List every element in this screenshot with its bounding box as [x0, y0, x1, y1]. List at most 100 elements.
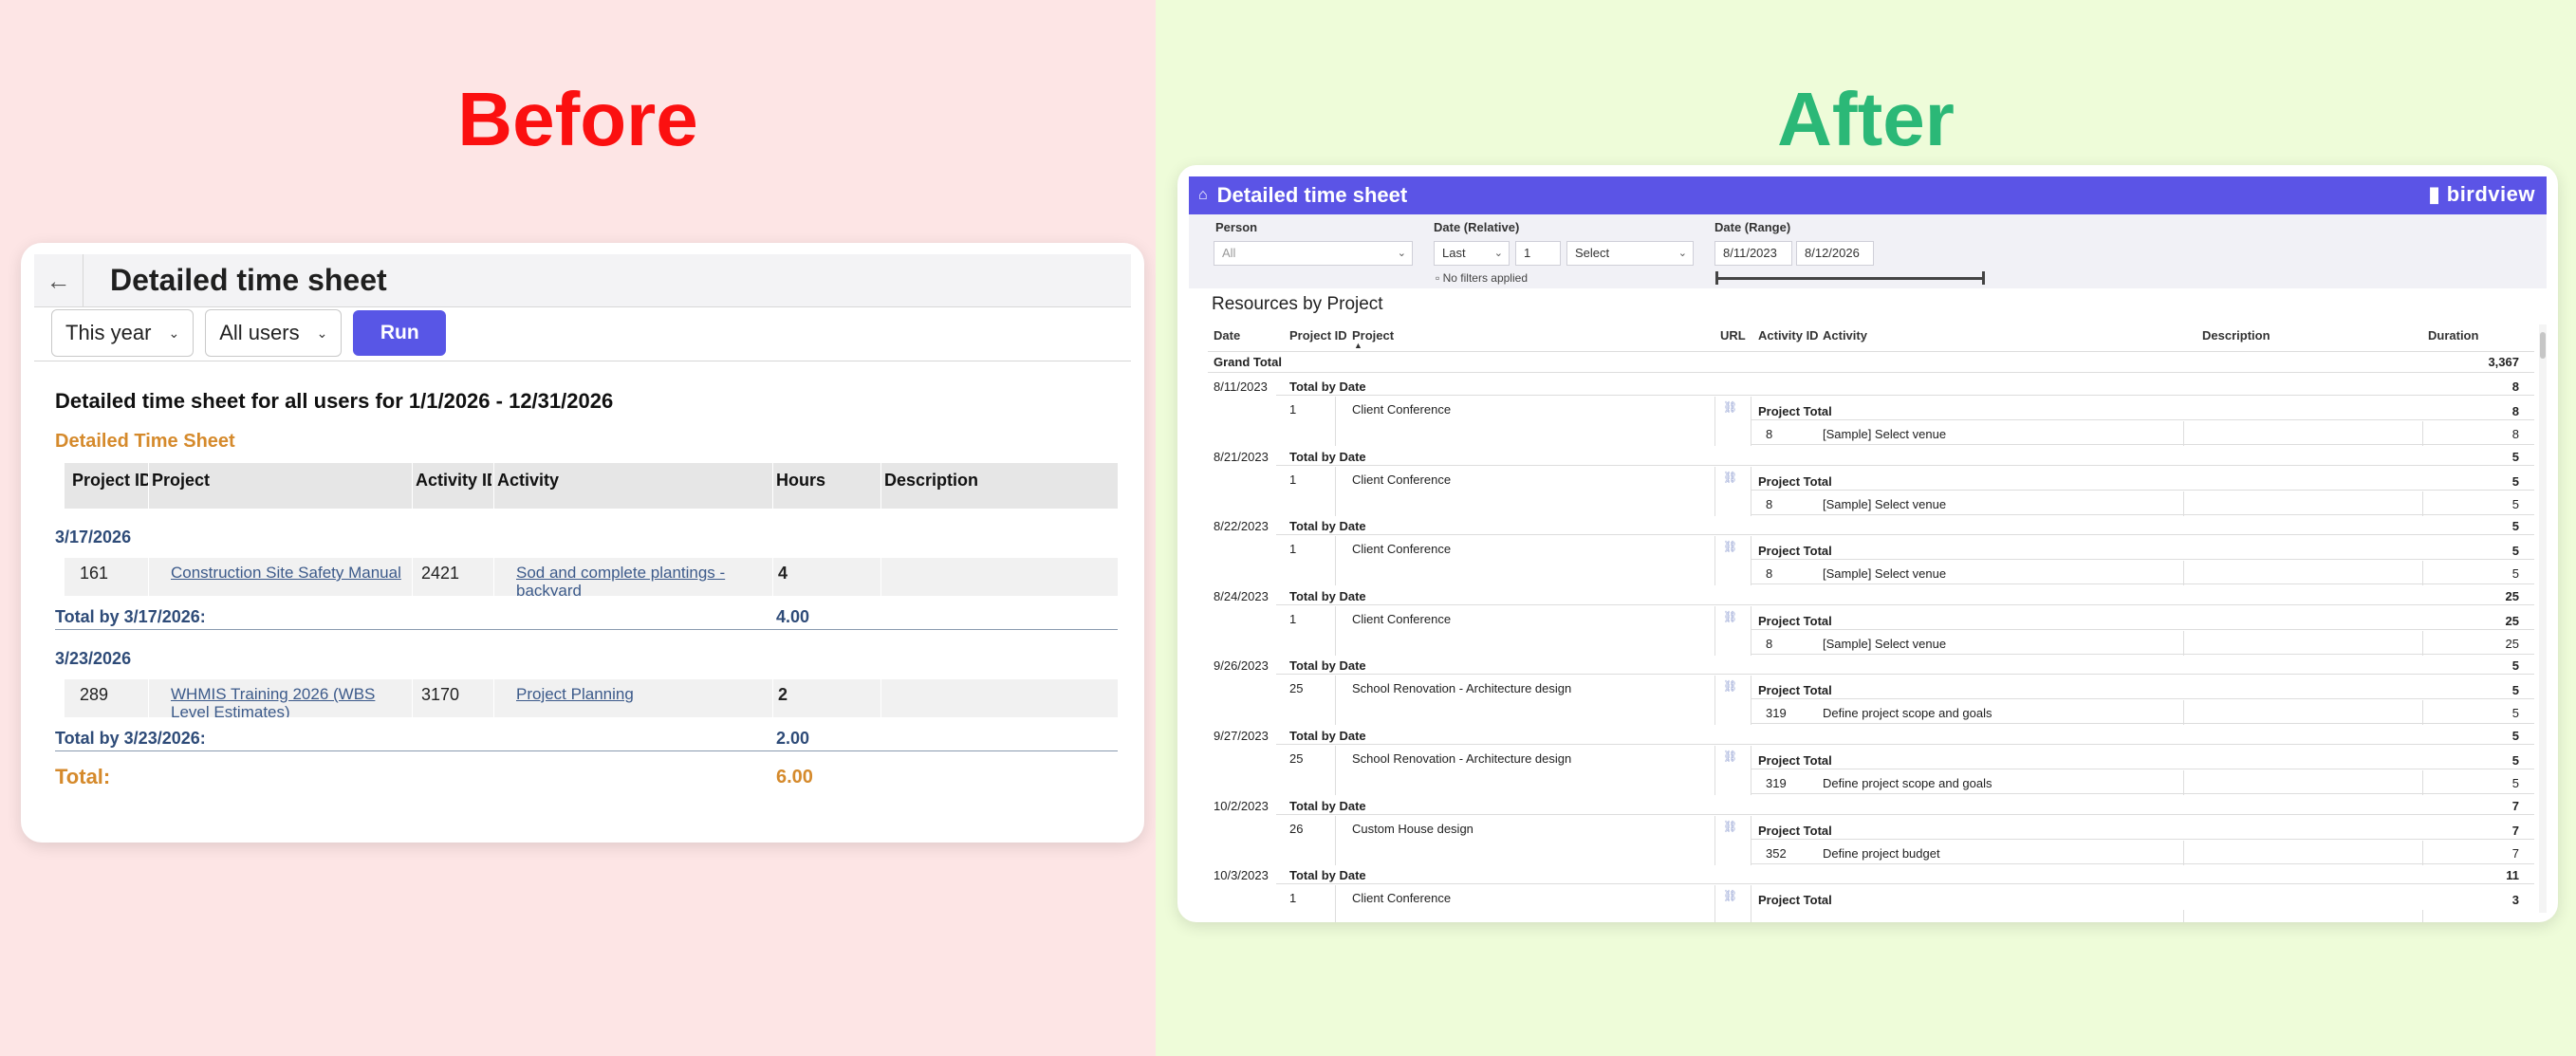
project-cell: School Renovation - Architecture design [1352, 681, 1572, 696]
column-divider [2422, 700, 2423, 726]
activity-cell: [Sample] Select venue [1823, 496, 1947, 511]
activity-id-cell: 319 [1766, 776, 1787, 790]
arrow-left-icon[interactable]: ← [34, 253, 83, 307]
range-start-input[interactable]: 8/11/2023 [1714, 241, 1792, 266]
column-header-project[interactable]: Project ▲ [1352, 328, 1394, 350]
project-total-label: Project Total [1758, 683, 1832, 698]
activity-id-cell: 8 [1766, 496, 1773, 511]
link-icon[interactable]: ⛓ [1723, 679, 1737, 693]
group-total-label: Total by 3/23/2026: [55, 729, 206, 748]
period-select[interactable]: This year ⌄ [51, 309, 195, 357]
table-row: 161 Construction Site Safety Manual 2421… [65, 558, 1118, 596]
hours-cell: 2 [778, 685, 788, 704]
activity-id-cell: 8 [1766, 427, 1773, 441]
project-id-cell: 161 [80, 564, 109, 583]
column-divider [2422, 910, 2423, 922]
before-report-card: ← Detailed time sheet This year ⌄ All us… [21, 243, 1144, 843]
before-heading: Before [457, 77, 698, 161]
column-header-activity[interactable]: Activity [1823, 328, 1867, 343]
project-total-value: 7 [2511, 823, 2519, 838]
total-by-date-label: Total by Date [1289, 588, 1366, 603]
after-report-card: ⌂ Detailed time sheet ▮ birdview Person … [1177, 165, 2558, 922]
column-header-hours: Hours [776, 471, 826, 490]
total-by-date-value: 7 [2511, 798, 2519, 813]
project-id-cell: 26 [1289, 821, 1304, 836]
link-icon[interactable]: ⛓ [1723, 750, 1737, 763]
project-id-cell: 1 [1289, 891, 1297, 906]
home-icon[interactable]: ⌂ [1198, 187, 1208, 204]
column-divider [2183, 491, 2184, 516]
grand-total-label: Grand Total [1214, 355, 1282, 369]
total-by-date-value: 5 [2511, 449, 2519, 464]
project-link[interactable]: Construction Site Safety Manual [171, 564, 408, 582]
chevron-down-icon: ⌄ [1493, 248, 1503, 259]
run-button[interactable]: Run [353, 310, 447, 356]
activity-link[interactable]: Project Planning [516, 685, 763, 703]
vertical-scrollbar[interactable] [2539, 324, 2547, 913]
column-divider [1714, 605, 1715, 656]
activity-link[interactable]: Sod and complete plantings - backyard [516, 564, 763, 596]
link-icon[interactable]: ⛓ [1723, 820, 1737, 833]
column-header-duration[interactable]: Duration [2428, 328, 2478, 343]
total-by-date-value: 5 [2511, 658, 2519, 674]
link-icon[interactable]: ⛓ [1723, 610, 1737, 623]
column-header-project-id[interactable]: Project ID [1289, 328, 1347, 343]
column-divider [1714, 397, 1715, 446]
chevron-down-icon: ⌄ [1397, 248, 1406, 259]
column-header-description: Description [884, 471, 979, 490]
duration-cell: 5 [2511, 776, 2519, 790]
link-icon[interactable]: ⛓ [1723, 400, 1737, 414]
column-divider [2183, 700, 2184, 726]
column-divider [2183, 421, 2184, 446]
range-end-input[interactable]: 8/12/2026 [1796, 241, 1874, 266]
group-total: Total by 3/23/2026: 2.00 [55, 729, 1118, 751]
date-range-label: Date (Range) [1714, 220, 1791, 234]
group-total-label: Total by 3/17/2026: [55, 607, 206, 626]
before-title-bar: ← Detailed time sheet [34, 253, 1131, 307]
scrollbar-thumb[interactable] [2540, 332, 2546, 359]
date-cell: 8/11/2023 [1214, 380, 1268, 394]
slider-handle-start[interactable] [1715, 271, 1718, 285]
users-select[interactable]: All users ⌄ [205, 309, 343, 357]
link-icon[interactable]: ⛓ [1723, 540, 1737, 553]
project-total-value: 3 [2511, 893, 2519, 908]
project-total-value: 5 [2511, 683, 2519, 698]
row-divider [1751, 419, 2534, 420]
column-header-url[interactable]: URL [1720, 328, 1746, 343]
project-cell: Client Conference [1352, 472, 1452, 487]
relative-unit-select[interactable]: Select ⌄ [1566, 241, 1694, 266]
column-divider [2422, 770, 2423, 795]
column-header-activity-id[interactable]: Activity ID [1758, 328, 1819, 343]
project-cell: Client Conference [1352, 891, 1452, 906]
date-range-slider-track[interactable] [1716, 277, 1984, 280]
date-cell: 10/3/2023 [1214, 868, 1269, 883]
project-link[interactable]: WHMIS Training 2026 (WBS Level Estimates… [171, 685, 408, 717]
duration-cell: 5 [2511, 566, 2519, 582]
total-by-date-value: 25 [2505, 588, 2519, 603]
group-total-value: 2.00 [776, 729, 810, 748]
link-icon[interactable]: ⛓ [1723, 471, 1737, 484]
column-header-project: Project [152, 471, 211, 490]
duration-cell: 7 [2511, 845, 2519, 861]
duration-cell: 5 [2511, 706, 2519, 721]
project-total-label: Project Total [1758, 404, 1832, 418]
relative-mode-select[interactable]: Last ⌄ [1434, 241, 1510, 266]
slider-handle-end[interactable] [1982, 271, 1985, 285]
chevron-down-icon: ⌄ [168, 324, 180, 341]
section-title: Detailed Time Sheet [55, 431, 235, 452]
link-icon[interactable]: ⛓ [1723, 889, 1737, 902]
total-by-date-value: 5 [2511, 729, 2519, 743]
activity-id-cell: 352 [1766, 845, 1787, 861]
column-header-description[interactable]: Description [2202, 328, 2270, 343]
total-by-date-label: Total by Date [1289, 729, 1366, 743]
person-select[interactable]: All ⌄ [1214, 241, 1413, 266]
person-filter-label: Person [1215, 220, 1258, 234]
before-filter-bar: This year ⌄ All users ⌄ Run [51, 309, 447, 357]
column-divider [2183, 561, 2184, 586]
column-header-date[interactable]: Date [1214, 328, 1240, 343]
date-cell: 8/22/2023 [1214, 519, 1269, 534]
relative-count-input[interactable]: 1 [1515, 241, 1561, 266]
group-date: 3/17/2026 [55, 528, 132, 547]
project-total-label: Project Total [1758, 823, 1832, 838]
row-divider [1276, 813, 2534, 815]
